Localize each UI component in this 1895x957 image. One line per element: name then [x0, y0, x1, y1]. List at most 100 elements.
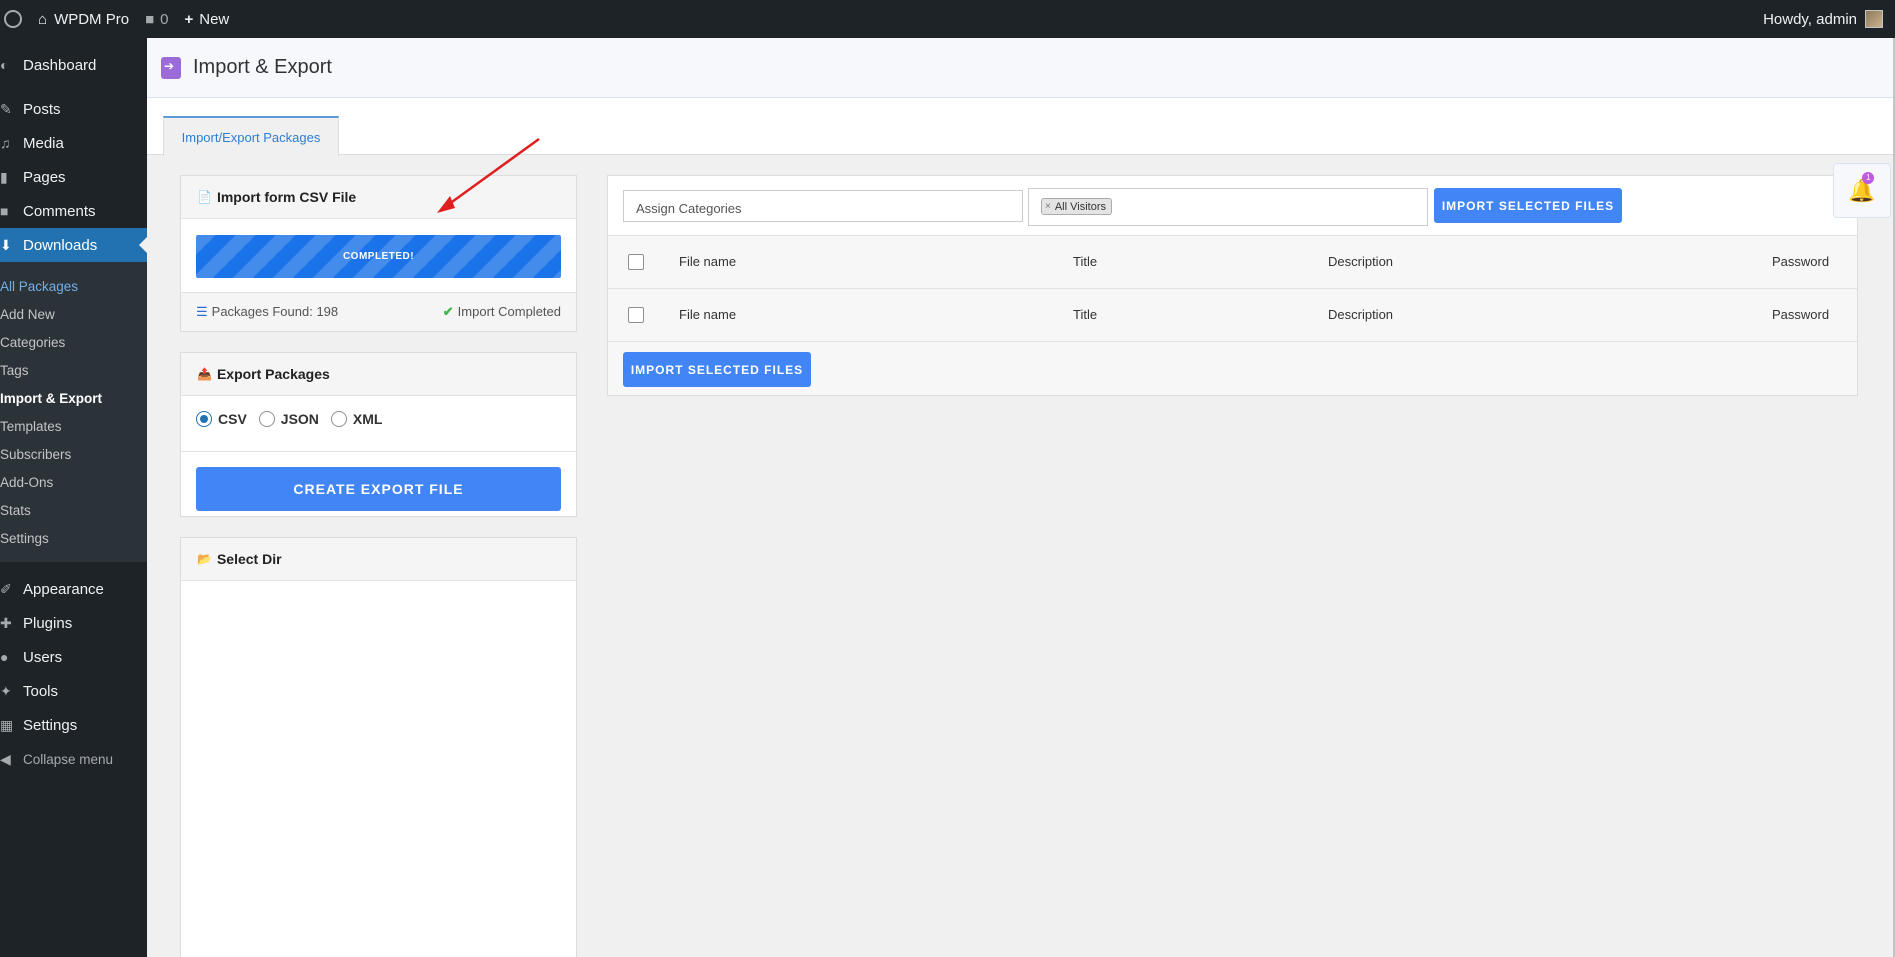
menu-label: Users — [23, 648, 63, 666]
column-header-file-name: File name — [679, 254, 737, 269]
radio-label: CSV — [218, 411, 247, 427]
menu-label: Media — [23, 134, 64, 152]
import-panel-title: Import form CSV File — [216, 189, 357, 205]
radio-xml[interactable]: XML — [330, 411, 383, 427]
divider — [181, 451, 576, 452]
radio-label: JSON — [280, 411, 319, 427]
select-all-checkbox-footer[interactable] — [628, 307, 644, 323]
import-export-icon — [161, 56, 181, 79]
radio-button[interactable] — [330, 411, 347, 427]
column-footer-description: Description — [1328, 307, 1394, 322]
access-select[interactable]: × All Visitors — [1028, 188, 1428, 226]
collapse-menu-button[interactable]: ◀ Collapse menu — [0, 742, 147, 776]
submenu-add-new[interactable]: Add New — [0, 300, 147, 328]
radio-json[interactable]: JSON — [258, 411, 319, 427]
select-dir-title: Select Dir — [216, 551, 282, 567]
menu-label: Downloads — [23, 236, 98, 254]
media-icon: ♫ — [0, 135, 11, 151]
comments-link[interactable]: ■ 0 — [137, 0, 176, 38]
table-header-row: File name Title Description Password — [608, 236, 1857, 289]
column-footer-file-name: File name — [679, 307, 737, 322]
column-header-title: Title — [1073, 254, 1098, 269]
chip-label: All Visitors — [1054, 200, 1106, 213]
wrench-icon: ✦ — [0, 682, 12, 699]
downloads-submenu: All Packages Add New Categories Tags Imp… — [0, 262, 147, 562]
progress-label: COMPLETED! — [342, 251, 415, 262]
notification-badge: 1 — [1862, 171, 1875, 184]
folder-open-icon: 📂 — [197, 552, 212, 566]
menu-comments[interactable]: ■ Comments — [0, 194, 147, 228]
submenu-all-packages[interactable]: All Packages — [0, 272, 147, 300]
radio-label: XML — [352, 411, 383, 427]
new-content-link[interactable]: + New — [176, 0, 237, 38]
files-panel: Assign Categories × All Visitors IMPORT S… — [607, 175, 1858, 396]
settings-icon: ▦ — [0, 716, 14, 733]
import-csv-panel-header: 📄 Import form CSV File — [181, 176, 576, 219]
export-format-options: CSV JSON XML — [196, 411, 382, 427]
menu-posts[interactable]: ✎ Posts — [0, 92, 147, 126]
admin-bar: ⌂ WPDM Pro ■ 0 + New Howdy, admin — [0, 0, 1895, 38]
plug-icon: ✚ — [0, 614, 12, 631]
import-csv-panel: 📄 Import form CSV File COMPLETED! ☰ Packa… — [180, 175, 577, 332]
radio-button[interactable] — [196, 411, 212, 427]
remove-chip-icon[interactable]: × — [1045, 201, 1051, 212]
radio-csv[interactable]: CSV — [196, 411, 247, 427]
submenu-categories[interactable]: Categories — [0, 328, 147, 356]
submenu-stats[interactable]: Stats — [0, 496, 147, 524]
user-icon: ● — [0, 649, 9, 665]
dashboard-icon: ◐ — [0, 57, 9, 73]
submenu-settings[interactable]: Settings — [0, 524, 147, 552]
radio-button[interactable] — [258, 411, 275, 427]
page-icon: ▮ — [0, 168, 8, 185]
site-name-link[interactable]: ⌂ WPDM Pro — [30, 0, 137, 38]
list-icon: ☰ — [196, 304, 208, 319]
file-export-icon: 📤 — [197, 367, 212, 381]
menu-tools[interactable]: ✦ Tools — [0, 674, 147, 708]
notification-button[interactable]: 🔔 1 — [1833, 163, 1891, 218]
submenu-templates[interactable]: Templates — [0, 412, 147, 440]
import-progress-bar: COMPLETED! — [196, 235, 561, 278]
menu-settings[interactable]: ▦ Settings — [0, 708, 147, 742]
menu-label: Pages — [23, 168, 66, 186]
column-footer-title: Title — [1073, 307, 1098, 322]
menu-label: Collapse menu — [23, 751, 114, 767]
menu-pages[interactable]: ▮ Pages — [0, 160, 147, 194]
create-export-file-button[interactable]: CREATE EXPORT FILE — [196, 467, 561, 511]
menu-users[interactable]: ● Users — [0, 640, 147, 674]
menu-label: Plugins — [23, 614, 73, 632]
my-account[interactable]: Howdy, admin — [1763, 0, 1883, 38]
select-all-checkbox[interactable] — [628, 254, 644, 270]
new-label: New — [199, 10, 230, 28]
import-selected-files-button-bottom[interactable]: IMPORT SELECTED FILES — [623, 352, 811, 387]
assign-categories-input[interactable]: Assign Categories — [623, 190, 1023, 222]
page-title: Import & Export — [193, 56, 332, 78]
menu-dashboard[interactable]: ◐ Dashboard — [0, 48, 147, 82]
comment-icon: ■ — [0, 203, 9, 219]
access-chip[interactable]: × All Visitors — [1041, 198, 1112, 215]
import-status: ✔ Import Completed — [443, 304, 561, 320]
tab-import-export-packages[interactable]: Import/Export Packages — [163, 116, 339, 156]
menu-plugins[interactable]: ✚ Plugins — [0, 606, 147, 640]
howdy-label: Howdy, admin — [1763, 10, 1857, 28]
submenu-tags[interactable]: Tags — [0, 356, 147, 384]
menu-downloads[interactable]: ⬇ Downloads — [0, 228, 147, 262]
import-selected-files-button-top[interactable]: IMPORT SELECTED FILES — [1434, 188, 1622, 223]
bell-icon: 🔔 1 — [1848, 171, 1876, 203]
submenu-add-ons[interactable]: Add-Ons — [0, 468, 147, 496]
import-status-label: Import Completed — [457, 304, 561, 319]
packages-found: ☰ Packages Found: 198 — [196, 304, 338, 320]
packages-found-label: Packages Found: 198 — [211, 304, 339, 319]
wordpress-icon — [4, 10, 22, 28]
comments-count: 0 — [160, 10, 169, 28]
submenu-import-export[interactable]: Import & Export — [0, 384, 147, 412]
menu-label: Dashboard — [23, 56, 97, 74]
menu-media[interactable]: ♫ Media — [0, 126, 147, 160]
site-name-label: WPDM Pro — [54, 10, 130, 28]
avatar — [1865, 10, 1883, 28]
tab-bar: Import/Export Packages — [147, 98, 1895, 156]
submenu-subscribers[interactable]: Subscribers — [0, 440, 147, 468]
menu-appearance[interactable]: ✐ Appearance — [0, 572, 147, 606]
home-icon: ⌂ — [38, 10, 48, 28]
column-header-description: Description — [1328, 254, 1394, 269]
wordpress-logo-button[interactable] — [0, 0, 30, 38]
